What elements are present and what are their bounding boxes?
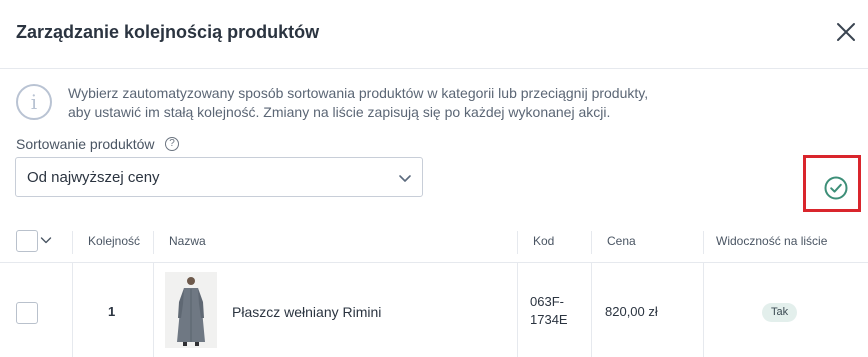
column-divider — [153, 263, 154, 357]
row-order: 1 — [108, 304, 116, 319]
row-checkbox[interactable] — [16, 302, 38, 324]
info-text-line-1: Wybierz zautomatyzowany sposób sortowani… — [68, 85, 649, 101]
column-divider — [591, 263, 592, 357]
check-circle-icon[interactable] — [824, 176, 848, 200]
column-header-name[interactable]: Nazwa — [169, 234, 206, 248]
column-divider — [72, 231, 73, 254]
visibility-badge: Tak — [762, 303, 798, 322]
confirm-highlight — [803, 155, 861, 212]
info-banner: i Wybierz zautomatyzowany sposób sortowa… — [16, 84, 656, 124]
header-divider — [0, 68, 868, 69]
close-button[interactable] — [834, 20, 858, 44]
column-header-order[interactable]: Kolejność — [88, 234, 140, 248]
product-code-line-1: 063F- — [530, 294, 564, 309]
info-text: Wybierz zautomatyzowany sposób sortowani… — [68, 84, 668, 122]
info-icon: i — [16, 84, 52, 120]
chevron-down-icon — [399, 175, 411, 182]
column-divider — [703, 231, 704, 254]
table-header: Kolejność Nazwa Kod Cena Widoczność na l… — [0, 222, 868, 263]
sort-label: Sortowanie produktów — [16, 135, 155, 152]
product-code: 063F- 1734E — [530, 293, 568, 329]
sort-label-row: Sortowanie produktów ? — [16, 135, 179, 153]
column-divider — [517, 263, 518, 357]
info-text-line-2: aby ustawić im stałą kolejność. Zmiany n… — [68, 104, 611, 120]
product-price: 820,00 zł — [605, 304, 658, 319]
product-code-line-2: 1734E — [530, 312, 568, 327]
dialog-header: Zarządzanie kolejnością produktów — [0, 0, 868, 68]
chevron-down-icon[interactable] — [40, 234, 52, 246]
close-icon — [837, 23, 855, 41]
product-name[interactable]: Płaszcz wełniany Rimini — [232, 304, 381, 320]
column-header-code[interactable]: Kod — [533, 234, 554, 248]
help-icon[interactable]: ? — [164, 136, 179, 151]
select-all-checkbox[interactable] — [16, 230, 38, 252]
coat-image — [165, 272, 217, 348]
sort-select[interactable]: Od najwyższej ceny — [15, 157, 423, 197]
column-divider — [703, 263, 704, 357]
column-divider — [591, 231, 592, 254]
dialog-title: Zarządzanie kolejnością produktów — [16, 22, 320, 42]
table-row[interactable]: 1 Płaszcz wełniany Rimini 063F- 1734E 82… — [0, 263, 868, 357]
column-header-price[interactable]: Cena — [607, 234, 636, 248]
column-divider — [153, 231, 154, 254]
product-thumbnail[interactable] — [165, 272, 217, 348]
column-divider — [517, 231, 518, 254]
column-header-visibility[interactable]: Widoczność na liście — [716, 234, 827, 248]
sort-select-value: Od najwyższej ceny — [27, 169, 160, 186]
column-divider — [72, 263, 73, 357]
